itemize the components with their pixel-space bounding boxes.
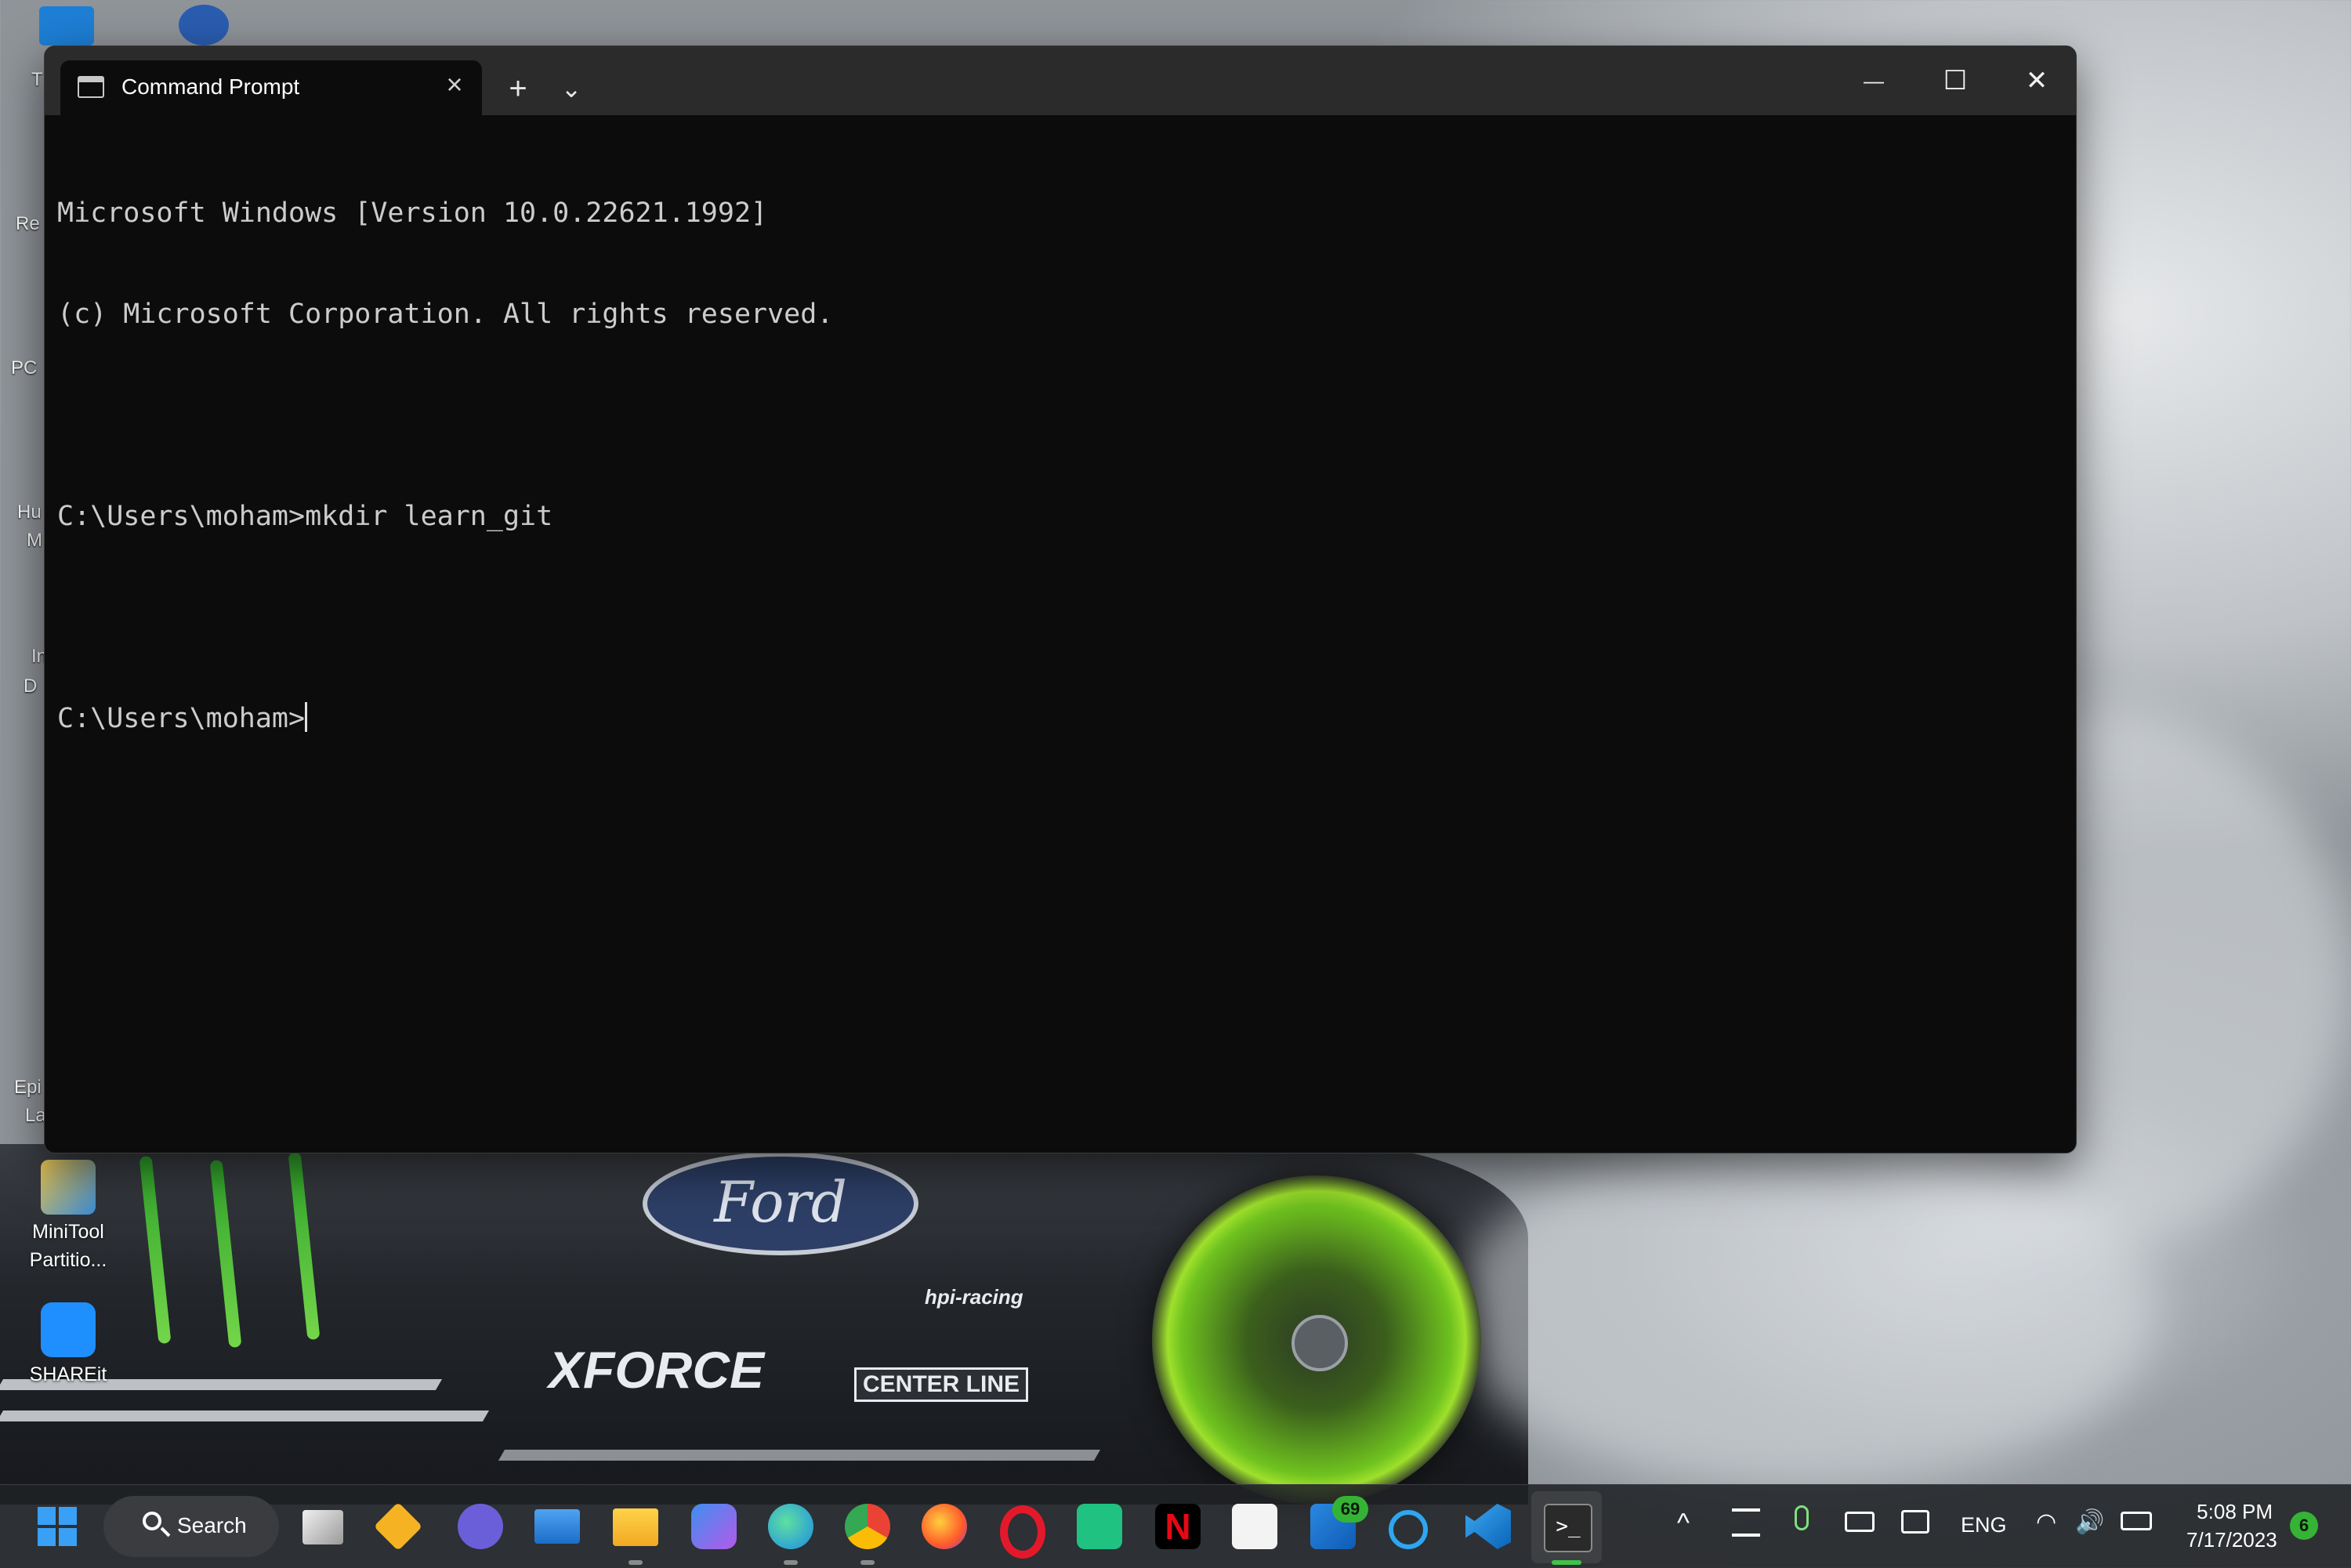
search-button[interactable]: Search [103,1496,279,1557]
minitool-partition-icon [41,1160,96,1215]
desktop-icon-label: SHAREit [29,1363,107,1385]
copilot-icon[interactable] [691,1504,737,1549]
console-line: C:\Users\moham>mkdir learn_git [57,501,553,532]
cortana-icon[interactable] [1389,1510,1428,1549]
desktop-icon-minitool[interactable]: MiniTool Partitio... [17,1160,119,1274]
maximize-button[interactable]: ☐ [1914,46,1996,115]
text-cursor [305,702,308,732]
clock-time: 5:08 PM [2197,1500,2273,1523]
app-running-indicator [860,1560,875,1565]
netflix-icon[interactable]: N [1155,1504,1201,1549]
wheel-hub [1291,1315,1348,1371]
desktop-icon-label: Partitio... [29,1249,107,1271]
desktop-label-edge[interactable]: T [31,69,43,91]
car-stripe [0,1410,490,1421]
battery-icon[interactable] [2121,1512,2152,1530]
chrome-icon[interactable] [845,1504,890,1549]
shareit-icon [41,1302,96,1357]
taskbar: Search N 69 >_ ^ ENG ◠ 🔊 5:08 PM 7/17/20… [0,1484,2351,1568]
clock-date: 7/17/2023 [2186,1528,2277,1552]
desktop-label-edge[interactable]: Re [16,213,40,235]
new-tab-button[interactable]: + [494,65,542,112]
task-view-icon[interactable] [302,1510,343,1544]
app-running-indicator [629,1560,643,1565]
microphone-icon[interactable] [1795,1505,1809,1530]
app-running-indicator [784,1560,798,1565]
firefox-icon[interactable] [922,1504,967,1549]
console-line: Microsoft Windows [Version 10.0.22621.19… [57,197,768,229]
language-indicator[interactable]: ENG [1961,1513,2007,1537]
outlook-badge: 69 [1332,1496,1368,1523]
search-icon [143,1512,161,1530]
sticky-app-icon[interactable] [373,1501,423,1552]
desktop-icon-label: MiniTool [32,1221,104,1243]
console-prompt-line[interactable]: C:\Users\moham> [57,702,2063,736]
desktop-label-edge[interactable]: Epi [14,1077,42,1099]
start-icon[interactable] [34,1504,80,1549]
show-hidden-icons-chevron-icon[interactable]: ^ [1677,1508,1690,1539]
desktop-label-edge[interactable]: Hu [17,502,42,523]
console-prompt: C:\Users\moham> [57,703,306,734]
title-bar[interactable]: Command Prompt × + ⌄ — ☐ ✕ [45,46,2076,115]
desktop-icon-shareit[interactable]: SHAREit [17,1302,119,1389]
desktop-label-edge[interactable]: PC [11,357,37,379]
xforce-logo: XFORCE [549,1341,765,1399]
console-output[interactable]: Microsoft Windows [Version 10.0.22621.19… [57,129,2063,1140]
search-label: Search [177,1513,247,1537]
tab-dropdown-button[interactable]: ⌄ [548,65,595,112]
terminal-window[interactable]: Command Prompt × + ⌄ — ☐ ✕ Microsoft Win… [44,45,2077,1153]
car-stripe [498,1450,1101,1461]
command-prompt-icon [78,76,104,98]
console-line: (c) Microsoft Corporation. All rights re… [57,299,834,330]
hpi-racing-logo: hpi-racing [925,1285,1023,1309]
centerline-logo: CENTER LINE [854,1367,1029,1402]
settings-gear-icon[interactable] [179,5,229,45]
desktop-label-edge[interactable]: D [24,675,37,697]
minimize-button[interactable]: — [1833,46,1914,115]
tab-command-prompt[interactable]: Command Prompt × [60,60,482,115]
desktop-label-edge[interactable]: M [27,530,42,552]
file-explorer-icon[interactable] [613,1508,658,1546]
quick-settings-toggle-icon[interactable] [1732,1508,1760,1537]
close-tab-icon[interactable]: × [437,67,473,103]
notification-badge[interactable]: 6 [2290,1512,2318,1540]
store-icon[interactable] [1232,1504,1277,1549]
touchpad-icon[interactable] [1901,1510,1929,1534]
desktop-label-edge[interactable]: La [25,1105,46,1127]
tab-title: Command Prompt [121,74,300,99]
android-app-icon[interactable] [1077,1504,1122,1549]
ford-logo: Ford [643,1152,918,1255]
opera-icon[interactable] [1000,1505,1045,1559]
vscode-icon[interactable] [1465,1504,1511,1549]
terminal-icon[interactable]: >_ [1544,1504,1592,1552]
wifi-icon[interactable]: ◠ [2036,1508,2056,1536]
mail-icon[interactable] [534,1509,580,1544]
app-active-indicator [1552,1560,1581,1565]
clock[interactable]: 5:08 PM 7/17/2023 [2186,1497,2277,1554]
edge-icon[interactable] [768,1504,813,1549]
teams-chat-icon[interactable] [458,1504,503,1549]
volume-icon[interactable]: 🔊 [2075,1508,2104,1536]
touch-keyboard-icon[interactable] [1845,1512,1875,1532]
close-button[interactable]: ✕ [1996,46,2076,115]
desktop-folder-icon[interactable] [39,6,94,45]
